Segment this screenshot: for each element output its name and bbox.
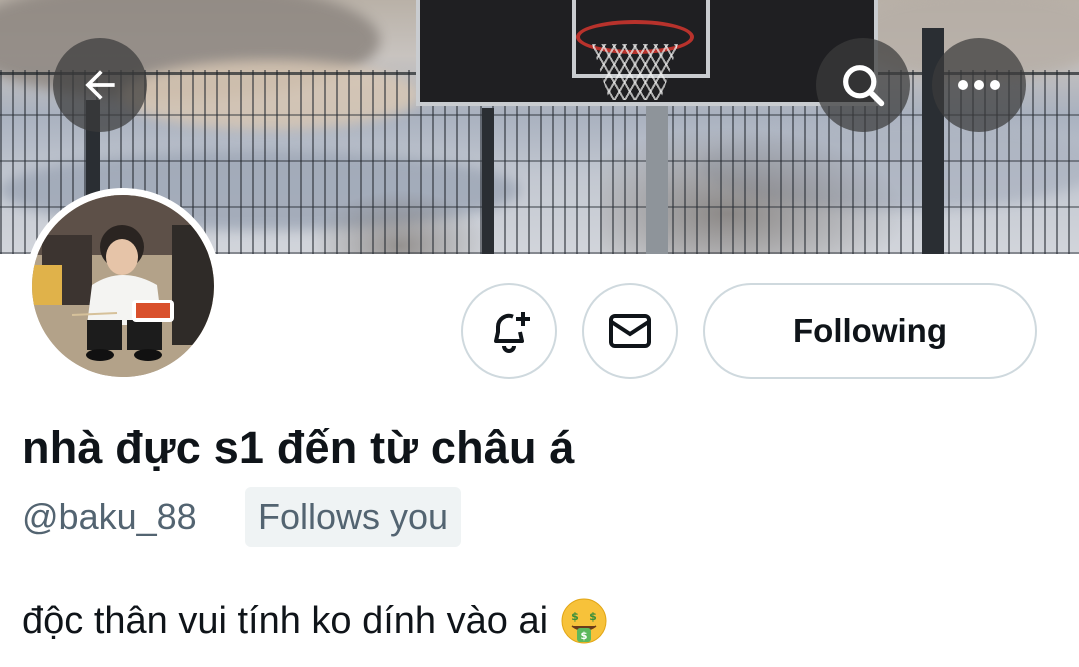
search-icon	[843, 65, 885, 107]
svg-text:$: $	[589, 610, 597, 623]
following-button-label: Following	[793, 312, 947, 349]
follows-you-badge: Follows you	[245, 487, 462, 547]
avatar-photo-illustration	[32, 195, 214, 377]
fence-post	[482, 108, 494, 254]
more-button[interactable]	[932, 38, 1026, 132]
user-handle: @baku_88	[22, 496, 197, 537]
more-horizontal-icon	[958, 80, 1000, 90]
bio: độc thân vui tính ko dính vào ai $ $ $	[22, 597, 608, 645]
avatar-photo	[32, 195, 214, 377]
svg-text:$: $	[581, 631, 588, 642]
search-button[interactable]	[816, 38, 910, 132]
bell-plus-icon	[494, 312, 530, 353]
bio-text: độc thân vui tính ko dính vào ai	[22, 599, 549, 642]
display-name: nhà đực s1 đến từ châu á	[22, 422, 575, 473]
money-mouth-face-emoji: $ $ $	[561, 598, 607, 644]
message-button[interactable]	[582, 283, 678, 379]
following-button[interactable]: Following	[703, 283, 1037, 379]
envelope-icon	[609, 314, 651, 348]
arrow-left-icon	[85, 70, 115, 100]
back-button[interactable]	[53, 38, 147, 132]
avatar[interactable]	[25, 188, 221, 384]
hoop-pole	[646, 96, 668, 254]
notifications-button[interactable]	[461, 283, 557, 379]
svg-text:$: $	[571, 610, 579, 623]
follows-you-label: Follows you	[258, 496, 449, 537]
